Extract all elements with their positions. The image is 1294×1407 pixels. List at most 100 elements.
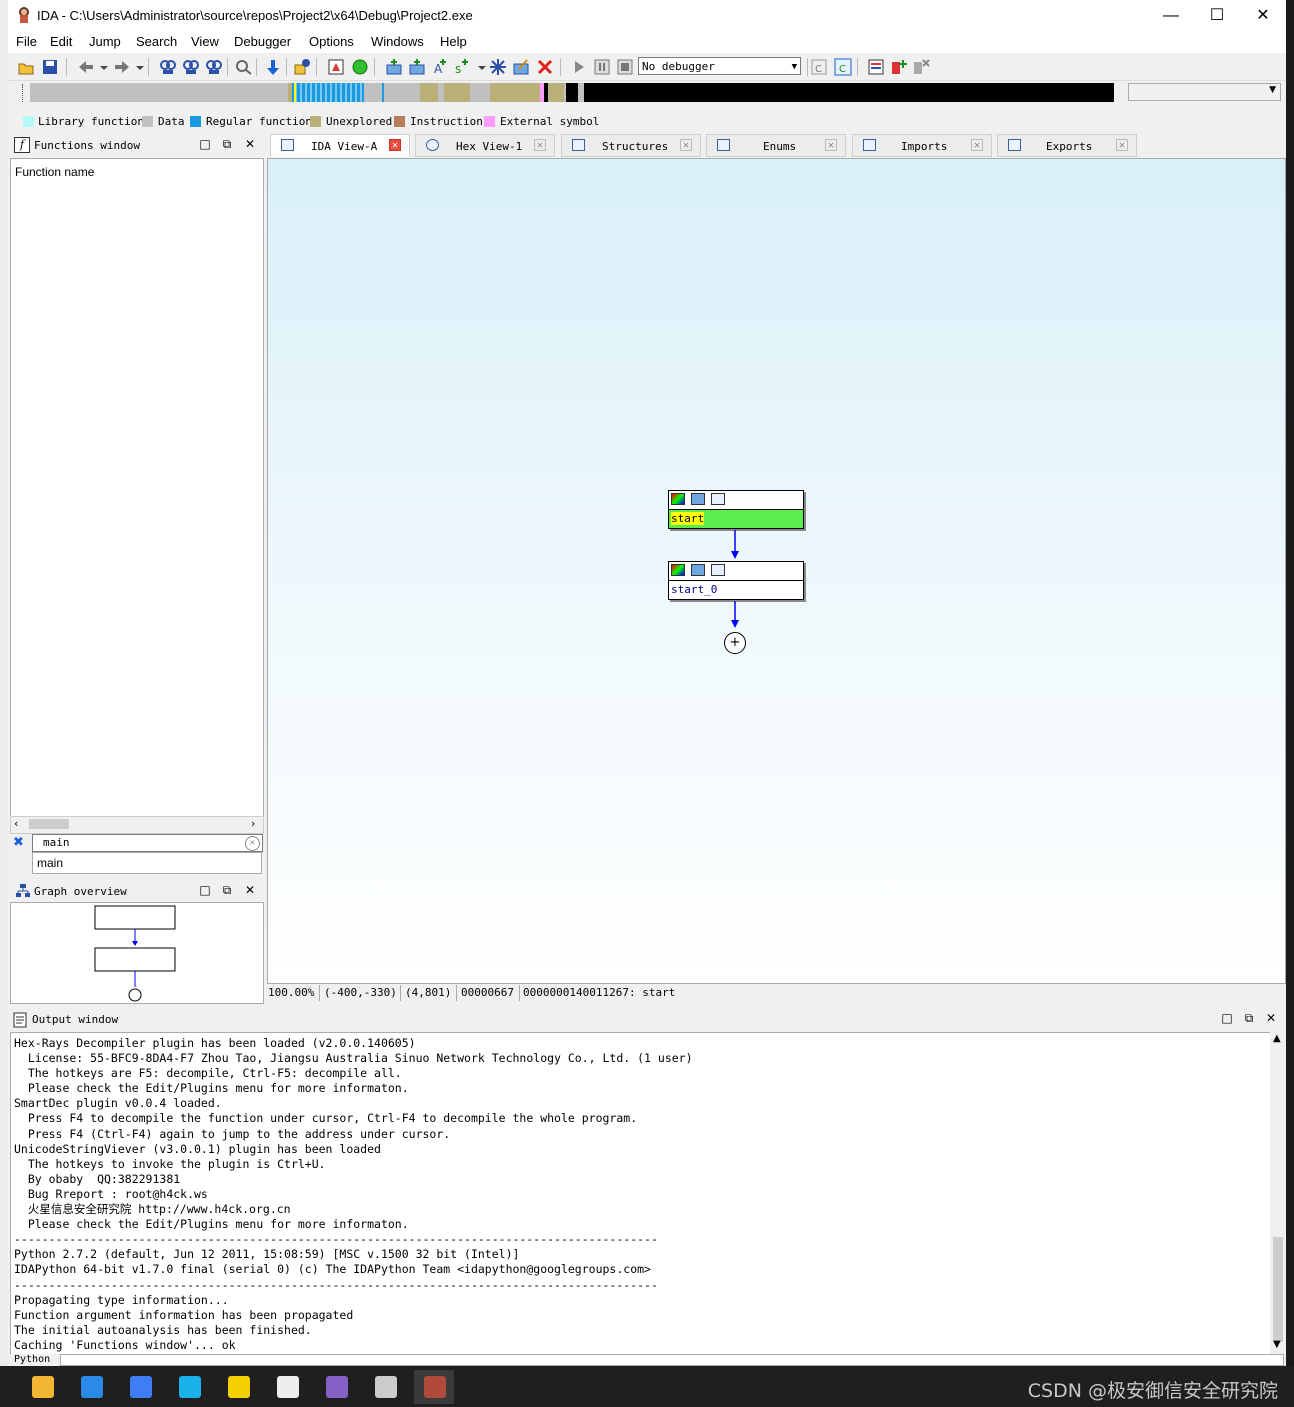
- panel-restore-button[interactable]: ⧉: [220, 137, 234, 152]
- title-bar[interactable]: IDA - C:\Users\Administrator\source\repo…: [8, 0, 1286, 31]
- minimize-button[interactable]: —: [1148, 0, 1194, 31]
- node-edit-icon[interactable]: [691, 564, 705, 576]
- navigation-band[interactable]: [30, 83, 1114, 102]
- scroll-thumb[interactable]: [1273, 1237, 1283, 1342]
- graph-node-start[interactable]: start: [668, 490, 804, 529]
- scroll-down-icon[interactable]: ▼: [1273, 1339, 1281, 1350]
- tab-close-icon[interactable]: ✕: [680, 139, 692, 151]
- clear-filter-icon[interactable]: ✖: [13, 835, 24, 850]
- delete-icon[interactable]: [535, 57, 555, 77]
- menu-view[interactable]: View: [191, 34, 219, 49]
- debugger-select[interactable]: No debugger ▼: [638, 57, 801, 75]
- run-icon[interactable]: [569, 57, 589, 77]
- node-group-icon[interactable]: [711, 493, 725, 505]
- panel-close-button[interactable]: ✕: [1264, 1011, 1278, 1025]
- search-next-icon[interactable]: [234, 57, 254, 77]
- node-color-icon[interactable]: [671, 564, 685, 576]
- node-group-icon[interactable]: [711, 564, 725, 576]
- taskbar-feishu[interactable]: [120, 1370, 160, 1404]
- menu-options[interactable]: Options: [309, 34, 354, 49]
- tab-structures[interactable]: Structures ✕: [561, 134, 701, 157]
- open-file-icon[interactable]: [16, 57, 36, 77]
- panel-close-button[interactable]: ✕: [243, 137, 257, 151]
- tab-close-icon[interactable]: ✕: [389, 139, 401, 151]
- functions-list[interactable]: Function name: [10, 158, 264, 820]
- jump-down-icon[interactable]: [263, 57, 283, 77]
- taskbar-visual-studio[interactable]: [316, 1370, 356, 1404]
- tab-enums[interactable]: Enums ✕: [706, 134, 846, 157]
- step-over-icon[interactable]: C: [833, 57, 853, 77]
- output-vertical-scrollbar[interactable]: ▲ ▼: [1270, 1032, 1286, 1354]
- delete-breakpoint-icon[interactable]: [911, 57, 931, 77]
- tab-imports[interactable]: Imports ✕: [852, 134, 992, 157]
- nav-band-select[interactable]: ▼: [1128, 83, 1281, 101]
- tab-ida-view-a[interactable]: IDA View-A ✕: [270, 134, 410, 157]
- make-array-icon[interactable]: s: [452, 57, 472, 77]
- taskbar-translator[interactable]: [169, 1370, 209, 1404]
- search-binary-icon[interactable]: [181, 57, 201, 77]
- taskbar-ida[interactable]: [414, 1370, 454, 1404]
- step-into-icon[interactable]: C: [809, 57, 829, 77]
- tab-close-icon[interactable]: ✕: [534, 139, 546, 151]
- edit-function-icon[interactable]: [511, 57, 531, 77]
- menu-search[interactable]: Search: [136, 34, 177, 49]
- functions-horizontal-scrollbar[interactable]: ‹ ›: [10, 816, 264, 834]
- scroll-thumb[interactable]: [29, 819, 69, 829]
- pause-icon[interactable]: [592, 57, 612, 77]
- graph-overview-canvas[interactable]: [10, 902, 264, 1004]
- menu-edit[interactable]: Edit: [50, 34, 72, 49]
- panel-float-button[interactable]: □: [198, 883, 212, 897]
- tab-hex-view-1[interactable]: Hex View-1 ✕: [415, 134, 555, 157]
- function-filter-input[interactable]: main ✕: [32, 834, 263, 852]
- green-circle-icon[interactable]: [350, 57, 370, 77]
- menu-help[interactable]: Help: [440, 34, 467, 49]
- panel-close-button[interactable]: ✕: [243, 883, 257, 897]
- node-color-icon[interactable]: [671, 493, 685, 505]
- maximize-button[interactable]: ☐: [1194, 0, 1240, 31]
- tab-close-icon[interactable]: ✕: [825, 139, 837, 151]
- panel-float-button[interactable]: □: [198, 137, 212, 151]
- tab-close-icon[interactable]: ✕: [1116, 139, 1128, 151]
- filter-suggestion[interactable]: main: [32, 852, 262, 874]
- menu-windows[interactable]: Windows: [371, 34, 424, 49]
- forward-arrow-icon[interactable]: [112, 57, 132, 77]
- undefine-icon[interactable]: [488, 57, 508, 77]
- graph-node-start-0[interactable]: start_0: [668, 561, 804, 600]
- scroll-up-icon[interactable]: ▲: [1273, 1033, 1281, 1044]
- node-label[interactable]: start: [671, 512, 705, 525]
- output-log[interactable]: Hex-Rays Decompiler plugin has been load…: [10, 1032, 1272, 1356]
- panel-float-button[interactable]: □: [1220, 1011, 1234, 1025]
- ida-graph-view[interactable]: start start_0 +: [267, 158, 1286, 984]
- clear-input-icon[interactable]: ✕: [245, 836, 260, 851]
- breakpoint-list-icon[interactable]: [866, 57, 886, 77]
- scroll-left-icon[interactable]: ‹: [14, 817, 18, 830]
- node-edit-icon[interactable]: [691, 493, 705, 505]
- make-string-icon[interactable]: A: [430, 57, 450, 77]
- graph-end-marker[interactable]: +: [724, 632, 746, 654]
- plugin-icon[interactable]: [292, 57, 312, 77]
- scroll-right-icon[interactable]: ›: [251, 817, 255, 830]
- taskbar-typora[interactable]: [267, 1370, 307, 1404]
- command-input[interactable]: [60, 1354, 1284, 1366]
- make-code-icon[interactable]: [384, 57, 404, 77]
- back-arrow-icon[interactable]: [76, 57, 96, 77]
- panel-restore-button[interactable]: ⧉: [220, 883, 234, 898]
- tab-close-icon[interactable]: ✕: [971, 139, 983, 151]
- menu-debugger[interactable]: Debugger: [234, 34, 291, 49]
- taskbar-file-explorer[interactable]: [22, 1370, 62, 1404]
- menu-file[interactable]: File: [16, 34, 37, 49]
- node-label[interactable]: start_0: [671, 583, 717, 596]
- forward-dropdown-icon[interactable]: [130, 57, 150, 77]
- make-data-icon[interactable]: [407, 57, 427, 77]
- search-text-icon[interactable]: [158, 57, 178, 77]
- function-name-column-header[interactable]: Function name: [15, 165, 94, 179]
- taskbar-browser[interactable]: [218, 1370, 258, 1404]
- close-button[interactable]: ✕: [1240, 0, 1286, 31]
- menu-jump[interactable]: Jump: [89, 34, 121, 49]
- taskbar-mail[interactable]: [71, 1370, 111, 1404]
- stop-icon[interactable]: [615, 57, 635, 77]
- taskbar-task-manager[interactable]: [365, 1370, 405, 1404]
- search-immediate-icon[interactable]: [204, 57, 224, 77]
- panel-restore-button[interactable]: ⧉: [1242, 1011, 1256, 1026]
- add-breakpoint-icon[interactable]: [889, 57, 909, 77]
